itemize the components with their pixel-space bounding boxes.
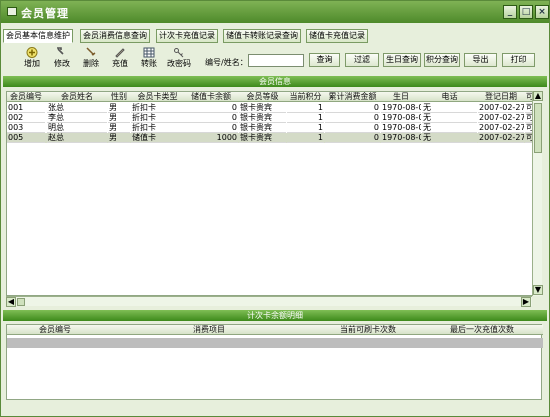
table-row-selected[interactable]: 005 赵总 男 储值卡 1000 银卡贵宾 1 0 1970-08-0 无 2… <box>7 133 532 143</box>
title-bar: 会员管理 _ □ × <box>1 1 549 23</box>
recharge-button[interactable]: 充值 <box>107 47 133 71</box>
col-member-name[interactable]: 会员姓名 <box>47 92 107 102</box>
table-row[interactable]: 003 明总 男 折扣卡 0 银卡贵宾 1 0 1970-08-0 无 2007… <box>7 123 532 133</box>
count-card-balance-table: 会员编号 消费项目 当前可刷卡次数 最后一次充值次数 <box>6 324 543 400</box>
col-total-spend[interactable]: 累计消费金额 <box>325 92 380 102</box>
tab-strip: 会员基本信息维护 会员消费信息查询 计次卡充值记录 储值卡转账记录查询 储值卡充… <box>3 29 547 43</box>
col-phone[interactable]: 电话 <box>422 92 477 102</box>
col-detail-last-recharge[interactable]: 最后一次充值次数 <box>421 325 543 335</box>
maximize-button[interactable]: □ <box>519 5 533 19</box>
count-card-balance-header: 计次卡余额明细 <box>3 310 547 321</box>
vertical-scroll-thumb[interactable] <box>534 103 542 153</box>
scroll-up-button[interactable]: ▲ <box>533 91 543 101</box>
detail-blank-row <box>7 338 543 348</box>
grid-icon <box>143 47 155 58</box>
key-icon <box>174 48 184 58</box>
member-table-header: 会员编号 会员姓名 性别 会员卡类型 储值卡余额 会员等级 当前积分 累计消费金… <box>7 92 532 102</box>
col-card-type[interactable]: 会员卡类型 <box>131 92 184 102</box>
plus-icon <box>26 47 38 58</box>
scroll-right-button[interactable]: ▶ <box>521 297 531 307</box>
points-query-button[interactable]: 积分查询 <box>424 53 460 67</box>
edit-button[interactable]: 修改 <box>49 47 75 71</box>
search-label: 编号/姓名： <box>205 58 248 67</box>
scroll-left-button[interactable]: ◀ <box>6 297 16 307</box>
col-detail-member-id[interactable]: 会员编号 <box>7 325 103 335</box>
transfer-button[interactable]: 转账 <box>136 47 162 71</box>
minimize-button[interactable]: _ <box>503 5 517 19</box>
col-gender[interactable]: 性别 <box>108 92 130 102</box>
col-detail-remaining[interactable]: 当前可刷卡次数 <box>315 325 421 335</box>
window-title: 会员管理 <box>21 7 69 20</box>
hammer-icon <box>57 47 64 55</box>
print-button[interactable]: 打印 <box>502 53 535 67</box>
vertical-scrollbar[interactable]: ▲ ▼ <box>532 91 543 296</box>
change-password-button[interactable]: 改密码 <box>166 47 192 71</box>
col-balance[interactable]: 储值卡余额 <box>184 92 238 102</box>
col-points[interactable]: 当前积分 <box>287 92 324 102</box>
member-table: 会员编号 会员姓名 性别 会员卡类型 储值卡余额 会员等级 当前积分 累计消费金… <box>6 91 533 296</box>
tab-count-card-recharge[interactable]: 计次卡充值记录 <box>156 29 218 43</box>
col-register-date[interactable]: 登记日期 <box>478 92 524 102</box>
horizontal-scroll-thumb[interactable] <box>17 298 25 306</box>
col-member-id[interactable]: 会员编号 <box>7 92 45 102</box>
col-detail-item[interactable]: 消费项目 <box>103 325 315 335</box>
search-input[interactable] <box>248 54 304 67</box>
add-button[interactable]: 增加 <box>19 47 45 71</box>
member-info-header: 会员信息 <box>3 76 547 87</box>
delete-button[interactable]: 删除 <box>78 47 104 71</box>
window-icon <box>7 7 17 16</box>
horizontal-scrollbar[interactable]: ◀ ▶ <box>6 296 532 307</box>
col-birthday[interactable]: 生日 <box>381 92 421 102</box>
table-row[interactable]: 002 李总 男 折扣卡 0 银卡贵宾 1 0 1970-08-0 无 2007… <box>7 113 532 123</box>
filter-button[interactable]: 过滤 <box>345 53 379 67</box>
broom-icon <box>86 47 96 56</box>
tab-member-info[interactable]: 会员基本信息维护 <box>3 29 73 43</box>
member-management-window: 会员管理 _ □ × 会员基本信息维护 会员消费信息查询 计次卡充值记录 储值卡… <box>0 0 550 417</box>
toolbar: 增加 修改 删除 充值 转账 改密码 编号/姓名： 查询 过滤 生日查询 积分查… <box>3 46 547 73</box>
close-button[interactable]: × <box>535 5 549 19</box>
table-row[interactable]: 001 张总 男 折扣卡 0 银卡贵宾 1 0 1970-08-0 无 2007… <box>7 103 532 113</box>
scroll-down-button[interactable]: ▼ <box>533 285 543 295</box>
detail-table-header: 会员编号 消费项目 当前可刷卡次数 最后一次充值次数 <box>7 325 543 335</box>
birthday-query-button[interactable]: 生日查询 <box>383 53 421 67</box>
tab-stored-recharge[interactable]: 储值卡充值记录 <box>306 29 368 43</box>
query-button[interactable]: 查询 <box>309 53 340 67</box>
col-level[interactable]: 会员等级 <box>239 92 286 102</box>
tab-consumption-query[interactable]: 会员消费信息查询 <box>80 29 150 43</box>
export-button[interactable]: 导出 <box>464 53 497 67</box>
tab-stored-transfer[interactable]: 储值卡转账记录查询 <box>223 29 301 43</box>
pen-icon <box>115 48 125 58</box>
